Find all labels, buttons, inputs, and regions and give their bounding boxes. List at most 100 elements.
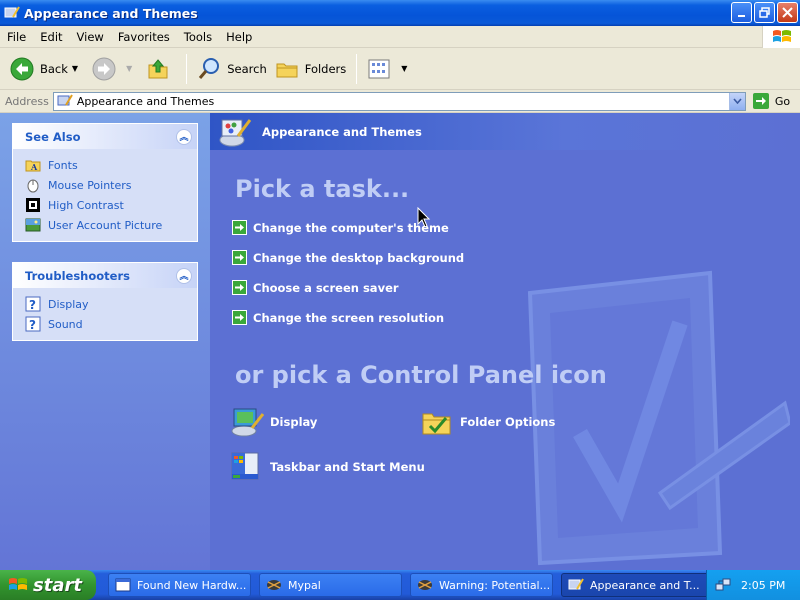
search-icon xyxy=(199,57,220,79)
network-icon[interactable] xyxy=(715,577,731,593)
cp-icon-folder-options[interactable]: Folder Options xyxy=(420,406,555,438)
chevron-down-icon xyxy=(733,98,742,104)
svg-text:?: ? xyxy=(29,318,36,332)
address-value: Appearance and Themes xyxy=(76,94,215,108)
close-button[interactable] xyxy=(777,2,798,23)
menu-tools[interactable]: Tools xyxy=(177,30,219,44)
views-dropdown-icon[interactable]: ▼ xyxy=(401,64,407,73)
folder-options-icon xyxy=(422,413,451,435)
appearance-themes-icon xyxy=(568,578,584,590)
folders-icon xyxy=(276,63,298,77)
taskbar-start-menu-icon xyxy=(231,452,259,480)
address-label: Address xyxy=(5,94,49,108)
link-high-contrast-label: High Contrast xyxy=(48,198,124,212)
clock[interactable]: 2:05 PM xyxy=(741,579,785,592)
minimize-button[interactable] xyxy=(731,2,752,23)
toolbar-separator xyxy=(186,53,188,84)
cp-icon-display-label: Display xyxy=(270,415,318,429)
search-button[interactable]: Search xyxy=(193,52,271,86)
troubleshooters-title: Troubleshooters xyxy=(25,268,130,283)
appearance-themes-icon xyxy=(4,6,20,18)
taskbar: start Found New Hardw... Mypal Warning: … xyxy=(0,570,800,600)
start-label: start xyxy=(33,574,82,596)
link-fonts[interactable]: A Fonts xyxy=(25,155,187,175)
back-dropdown-icon[interactable]: ▼ xyxy=(72,64,78,73)
task-screen-resolution[interactable]: Change the screen resolution xyxy=(232,310,444,325)
up-folder-button[interactable] xyxy=(142,52,180,86)
help-icon: ? xyxy=(25,296,41,312)
forward-button[interactable]: ▼ xyxy=(88,52,142,86)
link-user-account-picture-label: User Account Picture xyxy=(48,218,163,232)
see-also-header[interactable]: See Also ︽ xyxy=(13,124,197,149)
taskbar-button-found-hardware[interactable]: Found New Hardw... xyxy=(108,573,251,597)
title-bar: Appearance and Themes xyxy=(0,0,800,26)
folders-label: Folders xyxy=(304,61,347,76)
collapse-icon[interactable]: ︽ xyxy=(176,128,192,145)
close-icon xyxy=(782,7,793,18)
go-label: Go xyxy=(774,94,791,108)
main-header: Appearance and Themes xyxy=(210,113,800,150)
link-mouse-pointers-label: Mouse Pointers xyxy=(48,178,132,192)
link-user-account-picture[interactable]: User Account Picture xyxy=(25,215,187,235)
views-button[interactable]: ▼ xyxy=(363,52,417,86)
green-arrow-icon xyxy=(232,250,247,265)
help-icon: ? xyxy=(25,316,41,332)
views-icon xyxy=(368,59,390,78)
forward-arrow-icon xyxy=(92,57,116,80)
forward-dropdown-icon[interactable]: ▼ xyxy=(126,64,132,73)
appearance-themes-icon xyxy=(57,94,73,106)
windows-logo xyxy=(762,26,800,48)
display-icon xyxy=(231,408,264,437)
cp-icon-folder-options-label: Folder Options xyxy=(460,415,556,429)
address-input[interactable]: Appearance and Themes xyxy=(52,91,746,111)
link-troubleshoot-sound[interactable]: ? Sound xyxy=(25,314,187,334)
toolbar-separator xyxy=(356,53,358,84)
mouse-cursor-icon xyxy=(417,207,431,228)
cp-icon-taskbar-start-menu-label: Taskbar and Start Menu xyxy=(270,460,425,474)
menu-view[interactable]: View xyxy=(70,30,111,44)
link-high-contrast[interactable]: High Contrast xyxy=(25,195,187,215)
restore-icon xyxy=(759,7,770,18)
window-icon xyxy=(115,578,131,592)
link-mouse-pointers[interactable]: Mouse Pointers xyxy=(25,175,187,195)
system-tray: 2:05 PM xyxy=(706,570,800,600)
cp-icon-taskbar-start-menu[interactable]: Taskbar and Start Menu xyxy=(230,451,425,483)
high-contrast-icon xyxy=(26,198,40,212)
back-arrow-icon xyxy=(10,57,34,80)
pick-icon-heading: or pick a Control Panel icon xyxy=(235,361,607,389)
link-fonts-label: Fonts xyxy=(48,158,78,172)
see-also-title: See Also xyxy=(25,129,81,144)
link-troubleshoot-sound-label: Sound xyxy=(48,317,83,331)
taskbar-button-label: Appearance and T... xyxy=(590,578,700,592)
svg-text:?: ? xyxy=(29,298,36,312)
collapse-icon[interactable]: ︽ xyxy=(176,267,192,284)
task-pane: See Also ︽ A Fonts Mouse Pointers High C… xyxy=(0,113,210,570)
window-title: Appearance and Themes xyxy=(24,5,198,21)
task-desktop-background[interactable]: Change the desktop background xyxy=(232,250,464,265)
cp-icon-display[interactable]: Display xyxy=(230,406,317,438)
mypal-icon xyxy=(267,580,281,590)
menu-help[interactable]: Help xyxy=(219,30,259,44)
troubleshooters-header[interactable]: Troubleshooters ︽ xyxy=(13,263,197,288)
appearance-watermark-icon xyxy=(527,270,790,566)
start-button[interactable]: start xyxy=(0,570,96,600)
restore-button[interactable] xyxy=(754,2,775,23)
menu-favorites[interactable]: Favorites xyxy=(111,30,177,44)
back-button[interactable]: Back ▼ xyxy=(6,52,88,86)
taskbar-button-appearance-themes[interactable]: Appearance and T... xyxy=(561,573,711,597)
task-screen-resolution-label: Change the screen resolution xyxy=(253,310,445,325)
link-troubleshoot-display[interactable]: ? Display xyxy=(25,294,187,314)
go-button[interactable]: Go xyxy=(752,92,790,110)
taskbar-button-mypal[interactable]: Mypal xyxy=(259,573,402,597)
menu-file[interactable]: File xyxy=(0,30,33,44)
windows-flag-icon xyxy=(772,30,791,42)
taskbar-button-label: Mypal xyxy=(288,578,321,592)
address-dropdown-button[interactable] xyxy=(728,92,745,110)
mypal-icon xyxy=(418,580,432,590)
folders-button[interactable]: Folders xyxy=(271,52,351,86)
task-desktop-background-label: Change the desktop background xyxy=(253,250,465,265)
task-screen-saver[interactable]: Choose a screen saver xyxy=(232,280,399,295)
appearance-themes-icon xyxy=(219,118,252,146)
taskbar-button-warning[interactable]: Warning: Potential... xyxy=(410,573,553,597)
menu-edit[interactable]: Edit xyxy=(33,30,69,44)
